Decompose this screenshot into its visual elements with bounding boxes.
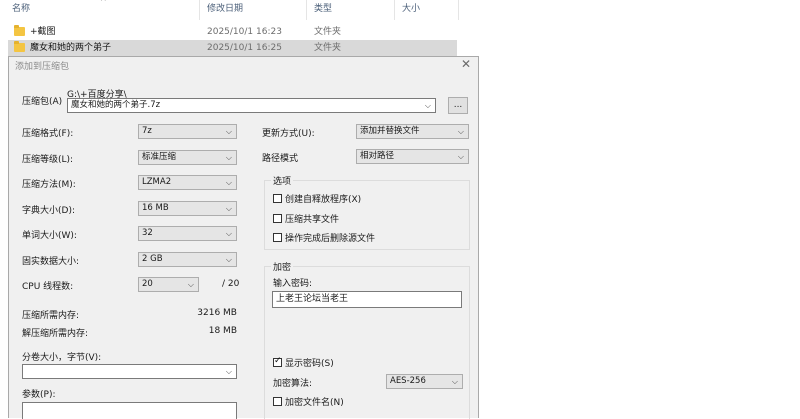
shared-label[interactable]: 压缩共享文件: [285, 212, 339, 225]
params-label: 参数(P):: [22, 390, 56, 400]
column-divider[interactable]: [199, 0, 200, 20]
mem-decomp-value: 18 MB: [208, 326, 237, 336]
show-password-label[interactable]: 显示密码(S): [285, 356, 334, 369]
chevron-down-icon: ⌵: [225, 204, 232, 213]
add-to-archive-dialog: 添加到压缩包 ✕ 压缩包(A) G:\+百度分享\ 魔女和她的两个弟子.7z ⌵…: [8, 56, 479, 419]
word-select[interactable]: 32 ⌵: [138, 226, 237, 241]
level-select[interactable]: 标准压缩 ⌵: [138, 150, 237, 165]
threads-value: 20: [142, 279, 153, 289]
password-input[interactable]: 上老王论坛当老王: [272, 291, 462, 308]
chevron-down-icon: ⌵: [457, 127, 464, 136]
encrypt-names-label[interactable]: 加密文件名(N): [285, 395, 344, 408]
dict-select[interactable]: 16 MB ⌵: [138, 201, 237, 216]
encryption-title: 加密: [271, 260, 294, 273]
column-type[interactable]: 类型: [314, 0, 332, 20]
chevron-down-icon: ⌵: [225, 255, 232, 264]
chevron-down-icon: ⌵: [451, 377, 458, 386]
column-size[interactable]: 大小: [402, 0, 420, 20]
solid-value: 2 GB: [142, 254, 163, 264]
delete-label[interactable]: 操作完成后删除源文件: [285, 231, 375, 244]
word-value: 32: [142, 228, 153, 238]
file-row[interactable]: +截图 2025/10/1 16:23 文件夹: [8, 24, 457, 40]
dict-label: 字典大小(D):: [22, 206, 75, 216]
threads-label: CPU 线程数:: [22, 282, 74, 292]
algo-select[interactable]: AES-256 ⌵: [386, 374, 463, 389]
method-select[interactable]: LZMA2 ⌵: [138, 175, 237, 190]
archive-name-combo[interactable]: 魔女和她的两个弟子.7z ⌵: [67, 98, 436, 113]
chevron-down-icon: ⌵: [424, 101, 431, 110]
browse-button[interactable]: ...: [448, 97, 468, 114]
archive-name-value: 魔女和她的两个弟子.7z: [71, 100, 161, 110]
update-select[interactable]: 添加并替换文件 ⌵: [356, 124, 469, 139]
level-value: 标准压缩: [142, 152, 177, 162]
folder-icon: [14, 41, 25, 52]
chevron-down-icon: ⌵: [225, 127, 232, 136]
chevron-down-icon: ⌵: [225, 153, 232, 162]
encrypt-names-checkbox[interactable]: [273, 397, 282, 406]
file-row-selected[interactable]: 魔女和她的两个弟子 2025/10/1 16:25 文件夹: [8, 40, 457, 56]
pathmode-value: 相对路径: [360, 151, 395, 161]
dialog-title: 添加到压缩包: [15, 62, 70, 72]
level-label: 压缩等级(L):: [22, 155, 74, 165]
column-divider[interactable]: [306, 0, 307, 20]
format-value: 7z: [142, 126, 152, 136]
password-label: 输入密码:: [273, 279, 313, 289]
params-input[interactable]: [22, 402, 237, 419]
folder-icon: [14, 25, 25, 36]
options-title: 选项: [271, 174, 294, 187]
update-label: 更新方式(U):: [262, 129, 315, 139]
method-value: LZMA2: [142, 177, 172, 187]
format-label: 压缩格式(F):: [22, 129, 74, 139]
delete-checkbox[interactable]: [273, 233, 282, 242]
format-select[interactable]: 7z ⌵: [138, 124, 237, 139]
mem-comp-value: 3216 MB: [197, 308, 237, 318]
algo-value: AES-256: [390, 376, 426, 386]
update-value: 添加并替换文件: [360, 126, 420, 136]
method-label: 压缩方法(M):: [22, 180, 76, 190]
file-type: 文件夹: [314, 27, 342, 37]
chevron-down-icon: ⌵: [225, 178, 232, 187]
chevron-down-icon: ⌵: [225, 367, 232, 376]
sfx-label[interactable]: 创建自释放程序(X): [285, 192, 361, 205]
volume-label: 分卷大小，字节(V):: [22, 353, 102, 363]
column-divider[interactable]: [394, 0, 395, 20]
file-name: 魔女和她的两个弟子: [30, 43, 112, 53]
mem-comp-label: 压缩所需内存:: [22, 311, 80, 321]
chevron-down-icon: ⌵: [225, 229, 232, 238]
sfx-checkbox[interactable]: [273, 194, 282, 203]
column-date[interactable]: 修改日期: [207, 0, 243, 20]
file-date: 2025/10/1 16:25: [207, 43, 282, 53]
pathmode-label: 路径模式: [262, 154, 299, 164]
file-date: 2025/10/1 16:23: [207, 27, 282, 37]
solid-select[interactable]: 2 GB ⌵: [138, 252, 237, 267]
mem-decomp-label: 解压缩所需内存:: [22, 329, 89, 339]
column-divider[interactable]: [458, 0, 459, 20]
pathmode-select[interactable]: 相对路径 ⌵: [356, 149, 469, 164]
volume-combo[interactable]: ⌵: [22, 364, 237, 379]
column-name[interactable]: 名称: [12, 0, 30, 20]
encryption-group: 加密 输入密码: 上老王论坛当老王 显示密码(S) 加密算法: AES-256 …: [264, 260, 470, 419]
archive-label: 压缩包(A): [22, 97, 63, 107]
show-password-checkbox[interactable]: [273, 356, 282, 367]
solid-label: 固实数据大小:: [22, 257, 80, 267]
close-icon[interactable]: ✕: [461, 57, 471, 71]
threads-select[interactable]: 20 ⌵: [138, 277, 199, 292]
threads-total: / 20: [222, 279, 240, 289]
algo-label: 加密算法:: [273, 379, 313, 389]
dict-value: 16 MB: [142, 203, 169, 213]
word-label: 单词大小(W):: [22, 231, 77, 241]
file-type: 文件夹: [314, 43, 342, 53]
file-name: +截图: [30, 27, 56, 37]
chevron-down-icon: ⌵: [457, 152, 464, 161]
shared-checkbox[interactable]: [273, 214, 282, 223]
sort-up-icon: ^: [100, 0, 107, 6]
options-group: 选项 创建自释放程序(X) 压缩共享文件 操作完成后删除源文件: [264, 174, 470, 250]
chevron-down-icon: ⌵: [187, 280, 194, 289]
